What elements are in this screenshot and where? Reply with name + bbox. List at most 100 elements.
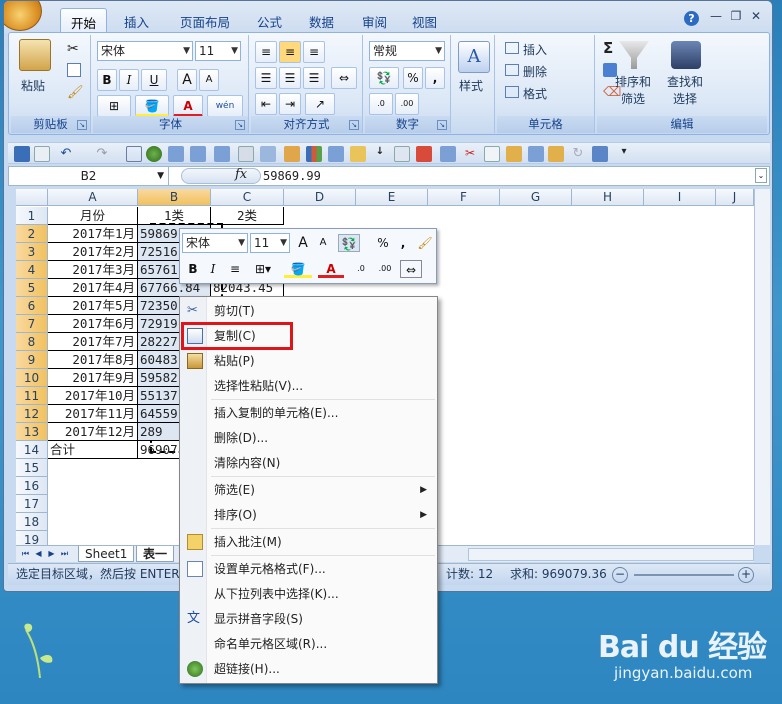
expand-formula-bar-icon[interactable]: ⌄ — [755, 168, 767, 183]
row-header[interactable]: 16 — [16, 477, 48, 495]
align-right-button[interactable]: ☰ — [303, 67, 325, 89]
clipboard-launcher-icon[interactable]: ↘ — [77, 120, 87, 130]
row-header[interactable]: 15 — [16, 459, 48, 477]
row-header[interactable]: 1 — [16, 207, 48, 225]
grid-cell[interactable]: 2017年3月 — [48, 261, 138, 279]
mini-italic-button[interactable]: I — [204, 260, 222, 278]
row-header[interactable]: 12 — [16, 405, 48, 423]
grid-cell[interactable]: 2017年6月 — [48, 315, 138, 333]
alignment-launcher-icon[interactable]: ↘ — [349, 120, 359, 130]
font-launcher-icon[interactable]: ↘ — [235, 120, 245, 130]
delete-icon[interactable] — [416, 146, 432, 162]
increase-indent-button[interactable]: ⇥ — [279, 93, 301, 115]
mini-currency-button[interactable]: 💱 — [338, 234, 360, 252]
context-menu-item[interactable]: 插入批注(M) — [182, 530, 435, 555]
context-menu-item[interactable]: 文显示拼音字段(S) — [182, 607, 435, 632]
customize-qat-icon[interactable]: ▾ — [616, 146, 632, 162]
save-icon[interactable] — [14, 146, 30, 162]
row-header[interactable]: 5 — [16, 279, 48, 297]
insert-function-button[interactable]: fx — [235, 167, 247, 182]
shrink-font-button[interactable]: A — [199, 69, 219, 91]
styles-icon[interactable]: A — [458, 41, 490, 73]
select-all-corner[interactable] — [16, 189, 48, 206]
align-top-button[interactable]: ≡ — [255, 41, 277, 63]
column-header[interactable]: B — [138, 189, 211, 206]
tab-page-layout[interactable]: 页面布局 — [170, 8, 240, 32]
vertical-scrollbar[interactable] — [754, 189, 770, 545]
currency-button[interactable]: 💱 — [369, 67, 399, 89]
column-header[interactable]: H — [572, 189, 644, 206]
context-menu-item[interactable]: 排序(O) ▶ — [182, 503, 435, 528]
mini-center-icon[interactable]: ≡ — [226, 260, 244, 278]
row-header[interactable]: 13 — [16, 423, 48, 441]
font-color-button[interactable]: A — [173, 95, 203, 117]
align-left-button[interactable]: ☰ — [255, 67, 277, 89]
mini-borders-icon[interactable]: ⊞▾ — [250, 260, 276, 278]
row-header[interactable]: 8 — [16, 333, 48, 351]
refresh-icon[interactable]: ↻ — [570, 146, 586, 162]
cut-qat-icon[interactable]: ✂ — [462, 146, 478, 162]
tab-data[interactable]: 数据 — [299, 8, 344, 32]
context-menu-item[interactable]: 插入复制的单元格(E)... — [182, 401, 435, 426]
styles-button-label[interactable]: 样式 — [459, 77, 483, 94]
help-icon[interactable]: ? — [684, 11, 699, 26]
row-header[interactable]: 4 — [16, 261, 48, 279]
grow-font-button[interactable]: A — [177, 69, 197, 91]
first-sheet-icon[interactable]: ⏮ — [20, 548, 31, 560]
format-painter-qat-icon[interactable] — [506, 146, 522, 162]
increase-decimal-button[interactable]: .0 — [369, 93, 393, 115]
row-header[interactable]: 6 — [16, 297, 48, 315]
number-launcher-icon[interactable]: ↘ — [437, 120, 447, 130]
find-select-button[interactable]: 查找和 选择 — [663, 73, 707, 107]
grid-cell[interactable]: 2017年12月 — [48, 423, 138, 441]
paste-icon[interactable] — [19, 39, 51, 71]
row-header[interactable]: 14 — [16, 441, 48, 459]
font-size-combo[interactable]: 11 ▼ — [195, 41, 241, 61]
mini-shrink-font-button[interactable]: A — [314, 234, 332, 252]
sort-filter-button[interactable]: 排序和 筛选 — [611, 73, 655, 107]
mini-size-combo[interactable]: 11 ▼ — [250, 233, 290, 253]
document-icon[interactable] — [484, 146, 500, 162]
office-button[interactable] — [4, 1, 42, 31]
phonetic-button[interactable]: wén — [207, 95, 243, 117]
mini-increase-decimal-icon[interactable]: .0 — [350, 260, 372, 278]
column-header[interactable]: D — [284, 189, 356, 206]
mini-decrease-decimal-icon[interactable]: .00 — [374, 260, 396, 278]
format-painter-icon[interactable]: 🖌 — [67, 85, 84, 100]
grid-cell[interactable]: 月份 — [48, 207, 138, 225]
italic-button[interactable]: I — [119, 69, 139, 91]
insert-columns-icon[interactable] — [190, 146, 206, 162]
format-cells-button[interactable]: 格式 — [523, 85, 547, 102]
sheet-tab-sheet1[interactable]: Sheet1 — [78, 546, 135, 562]
delete-rows-icon[interactable] — [214, 146, 230, 162]
mini-merge-icon[interactable]: ⇔ — [400, 260, 422, 278]
sheet-tab-table1[interactable]: 表一 — [136, 546, 175, 562]
row-header[interactable]: 2 — [16, 225, 48, 243]
zoom-slider[interactable] — [634, 574, 734, 576]
decrease-decimal-button[interactable]: .00 — [395, 93, 419, 115]
context-menu-item[interactable]: 粘贴(P) — [182, 349, 435, 374]
minimize-ribbon-icon[interactable]: — — [706, 9, 726, 25]
mini-font-combo[interactable]: 宋体 ▼ — [182, 233, 248, 253]
print-preview-icon[interactable] — [34, 146, 50, 162]
context-menu-item[interactable]: 从下拉列表中选择(K)... — [182, 582, 435, 607]
align-bottom-button[interactable]: ≡ — [303, 41, 325, 63]
undo-icon[interactable]: ↶ — [58, 146, 74, 162]
pivot-icon[interactable] — [592, 146, 608, 162]
grid-cell[interactable]: 合计 — [48, 441, 138, 459]
column-header[interactable]: C — [211, 189, 284, 206]
insert-cells-button[interactable]: 插入 — [523, 41, 547, 58]
clip-art-icon[interactable] — [284, 146, 300, 162]
tab-home[interactable]: 开始 — [60, 8, 108, 32]
mini-comma-button[interactable]: , — [394, 234, 412, 252]
number-format-combo[interactable]: 常规 ▼ — [369, 41, 445, 61]
table-icon[interactable] — [126, 146, 142, 162]
folder-icon[interactable] — [350, 146, 366, 162]
grid-cell[interactable]: 2017年10月 — [48, 387, 138, 405]
mini-font-color-button[interactable]: A — [318, 260, 344, 278]
context-menu-item[interactable]: 删除(D)... — [182, 426, 435, 451]
column-header[interactable]: G — [500, 189, 572, 206]
column-header[interactable]: I — [644, 189, 716, 206]
grid-cell[interactable]: 2017年9月 — [48, 369, 138, 387]
grid-cell[interactable]: 2017年2月 — [48, 243, 138, 261]
